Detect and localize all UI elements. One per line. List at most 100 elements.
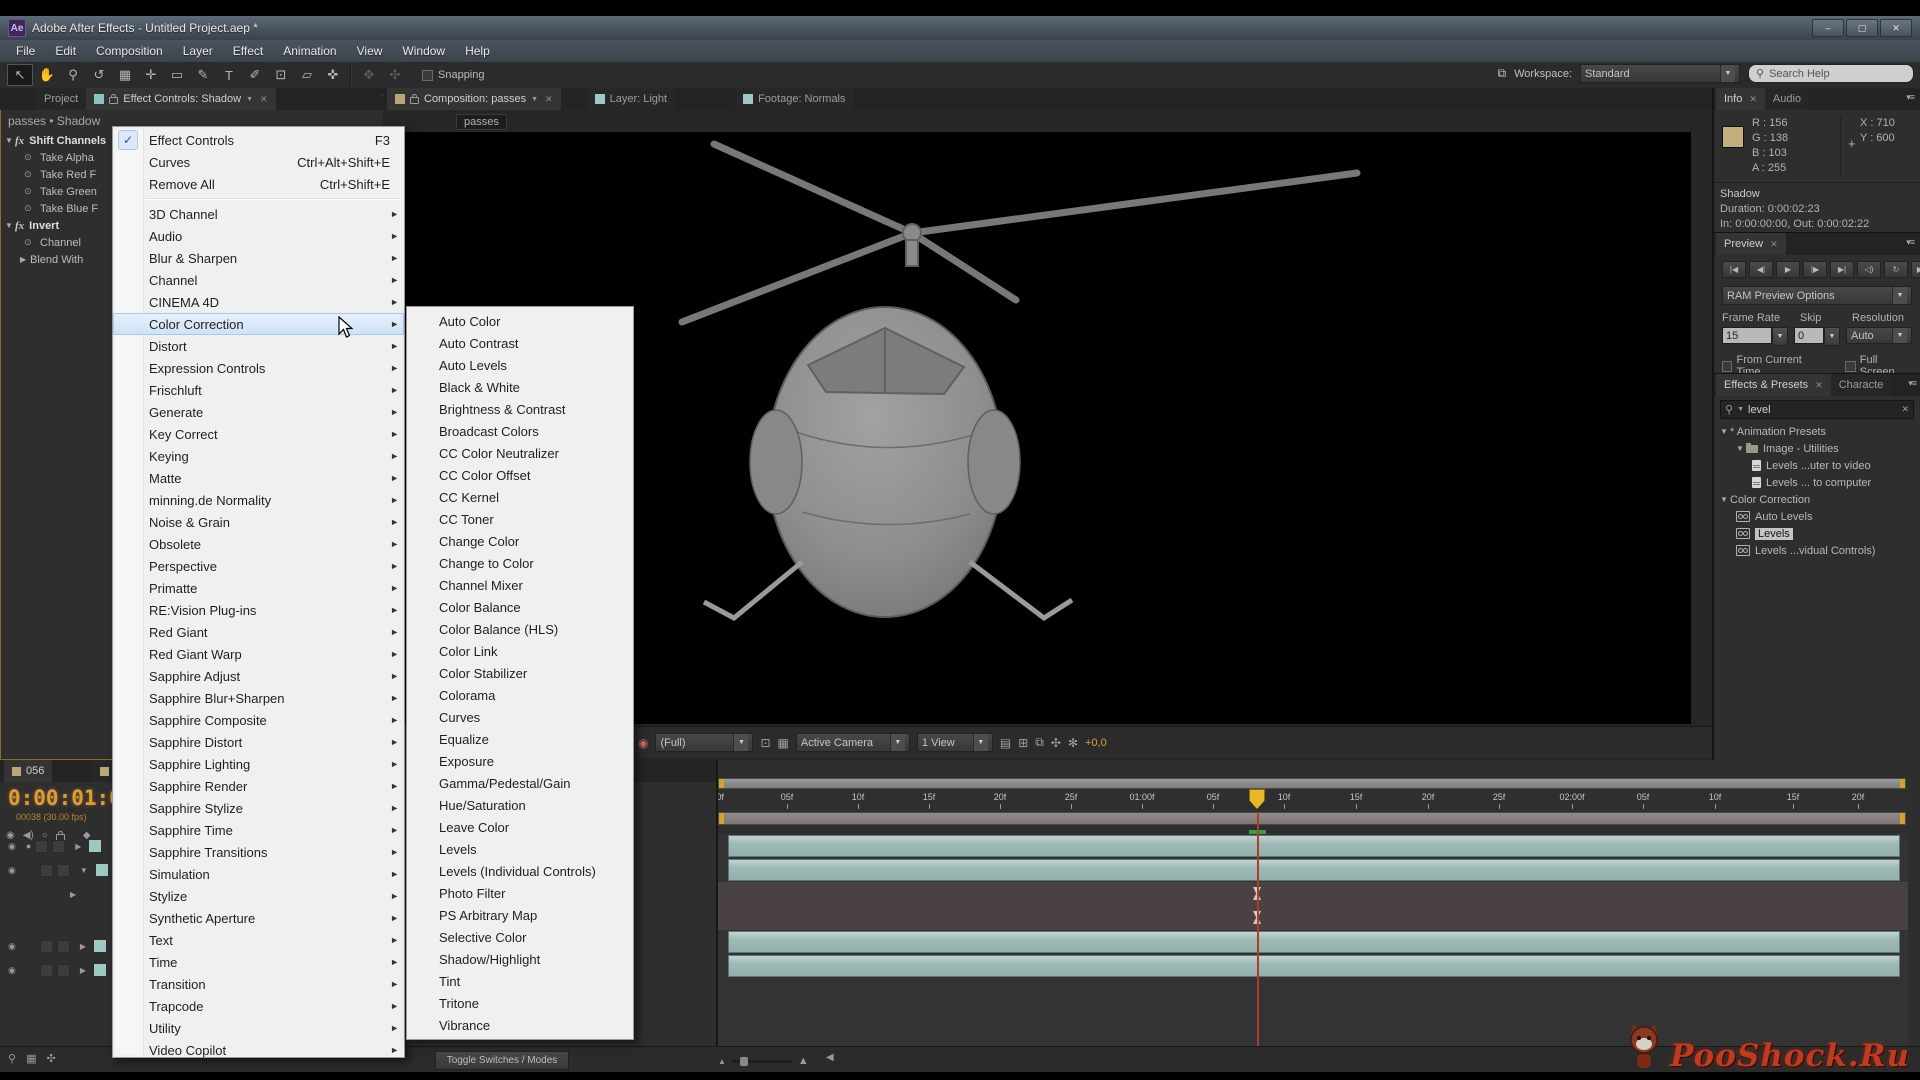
submenu-item-change-to-color[interactable]: Change to Color <box>407 552 633 574</box>
menu-category-distort[interactable]: Distort► <box>113 335 404 357</box>
submenu-item-channel-mixer[interactable]: Channel Mixer <box>407 574 633 596</box>
menu-category-audio[interactable]: Audio► <box>113 225 404 247</box>
exposure-icon[interactable]: ✻ <box>1068 736 1078 750</box>
close-tab-icon[interactable]: ✕ <box>260 94 268 105</box>
chevron-down-icon[interactable]: ▼ <box>246 96 253 103</box>
tab-footage[interactable]: Footage: Normals <box>735 88 853 110</box>
hscroll-left-arrow[interactable]: ◀ <box>826 1052 834 1063</box>
grid-guides-icon[interactable]: ▤ <box>1000 736 1011 750</box>
tab-effects-presets[interactable]: Effects & Presets✕ <box>1716 374 1831 396</box>
adjust-icon[interactable]: ✣ <box>46 1052 55 1065</box>
minimize-button[interactable]: – <box>1812 19 1844 37</box>
menu-category-sapphire-composite[interactable]: Sapphire Composite► <box>113 709 404 731</box>
submenu-item-auto-color[interactable]: Auto Color <box>407 310 633 332</box>
menu-category-perspective[interactable]: Perspective► <box>113 555 404 577</box>
submenu-item-color-link[interactable]: Color Link <box>407 640 633 662</box>
tab-timeline-056[interactable]: 056 <box>4 760 52 782</box>
submenu-item-cc-color-offset[interactable]: CC Color Offset <box>407 464 633 486</box>
menubar-item-help[interactable]: Help <box>455 41 500 61</box>
tree-item-levels-vidual-controls-[interactable]: Levels ...vidual Controls) <box>1714 542 1920 559</box>
layer-bar-row[interactable] <box>718 834 1908 858</box>
snapshot-icon[interactable]: ⧉ <box>1035 735 1044 750</box>
twirl-arrow-icon[interactable]: ▶ <box>75 842 81 851</box>
work-area-bar[interactable] <box>718 812 1906 825</box>
menu-category-utility[interactable]: Utility► <box>113 1017 404 1039</box>
menu-category-cinema-4d[interactable]: CINEMA 4D► <box>113 291 404 313</box>
menu-category-text[interactable]: Text► <box>113 929 404 951</box>
panel-menu-icon[interactable]: ▾≡ <box>1906 92 1914 103</box>
submenu-item-auto-contrast[interactable]: Auto Contrast <box>407 332 633 354</box>
zoom-tool-icon[interactable]: ⚲ <box>61 65 85 85</box>
hand-tool-icon[interactable]: ✋ <box>35 65 59 85</box>
twirl-arrow-icon[interactable]: ▶ <box>70 890 76 899</box>
submenu-item-change-color[interactable]: Change Color <box>407 530 633 552</box>
menubar-item-window[interactable]: Window <box>392 41 455 61</box>
menu-category-sapphire-lighting[interactable]: Sapphire Lighting► <box>113 753 404 775</box>
submenu-item-gamma-pedestal-gain[interactable]: Gamma/Pedestal/Gain <box>407 772 633 794</box>
switch-box[interactable] <box>40 940 53 953</box>
region-of-interest-icon[interactable]: ⊡ <box>760 736 770 750</box>
tab-layer[interactable]: Layer: Light <box>587 88 675 110</box>
property-row[interactable] <box>718 882 1908 906</box>
layer-color-swatch[interactable] <box>89 840 101 852</box>
tree-item-color-correction[interactable]: ▼Color Correction <box>1714 491 1920 508</box>
menu-category-simulation[interactable]: Simulation► <box>113 863 404 885</box>
clone-stamp-tool-icon[interactable]: ⊡ <box>269 65 293 85</box>
menu-category-red-giant-warp[interactable]: Red Giant Warp► <box>113 643 404 665</box>
twirl-arrow-icon[interactable]: ▼ <box>80 866 88 875</box>
mask-feather-icon[interactable]: ✣ <box>383 65 407 85</box>
layer-duration-bar[interactable] <box>728 931 1900 953</box>
menubar-item-composition[interactable]: Composition <box>86 41 173 61</box>
submenu-item-vibrance[interactable]: Vibrance <box>407 1014 633 1036</box>
flowchart-icon[interactable]: ✣ <box>1051 736 1061 750</box>
submenu-item-broadcast-colors[interactable]: Broadcast Colors <box>407 420 633 442</box>
menu-category-obsolete[interactable]: Obsolete► <box>113 533 404 555</box>
menu-category-primatte[interactable]: Primatte► <box>113 577 404 599</box>
submenu-item-photo-filter[interactable]: Photo Filter <box>407 882 633 904</box>
go-to-start-button[interactable]: |◀ <box>1722 261 1746 278</box>
camera-dropdown[interactable]: Active Camera▼ <box>796 733 910 752</box>
puppet-pin-tool-icon[interactable]: ✜ <box>321 65 345 85</box>
timeline-zoom-slider[interactable]: ▲ ▲ <box>718 1055 838 1067</box>
menu-category-expression-controls[interactable]: Expression Controls► <box>113 357 404 379</box>
menubar-item-animation[interactable]: Animation <box>273 41 346 61</box>
submenu-item-shadow-highlight[interactable]: Shadow/Highlight <box>407 948 633 970</box>
submenu-item-hue-saturation[interactable]: Hue/Saturation <box>407 794 633 816</box>
tab-preview[interactable]: Preview✕ <box>1716 233 1786 255</box>
switch-box[interactable] <box>40 864 53 877</box>
tree-item--animation-presets[interactable]: ▼* Animation Presets <box>1714 423 1920 440</box>
toggle-switches-modes-button[interactable]: Toggle Switches / Modes <box>435 1051 569 1070</box>
tab-composition[interactable]: Composition: passes ▼ ✕ <box>387 88 561 110</box>
graph-editor-icon[interactable]: ▦ <box>26 1052 36 1065</box>
property-row[interactable] <box>718 906 1908 930</box>
submenu-item-colorama[interactable]: Colorama <box>407 684 633 706</box>
zoom-out-icon[interactable]: ▲ <box>718 1057 726 1066</box>
workspace-dropdown[interactable]: Standard▼ <box>1580 64 1740 83</box>
exposure-value[interactable]: +0,0 <box>1085 737 1107 749</box>
submenu-item-auto-levels[interactable]: Auto Levels <box>407 354 633 376</box>
tree-item-levels-to-computer[interactable]: Levels ... to computer <box>1714 474 1920 491</box>
menu-item-effect-controls[interactable]: ✓Effect ControlsF3 <box>113 129 404 151</box>
switch-box[interactable] <box>35 840 48 853</box>
menu-category-key-correct[interactable]: Key Correct► <box>113 423 404 445</box>
layer-bar-row[interactable] <box>718 954 1908 978</box>
menubar-item-layer[interactable]: Layer <box>173 41 223 61</box>
submenu-item-tritone[interactable]: Tritone <box>407 992 633 1014</box>
menu-category-re-vision-plug-ins[interactable]: RE:Vision Plug-ins► <box>113 599 404 621</box>
tab-info[interactable]: Info✕ <box>1716 88 1765 110</box>
menu-category-transition[interactable]: Transition► <box>113 973 404 995</box>
zoom-knob[interactable] <box>740 1057 748 1066</box>
menu-category-matte[interactable]: Matte► <box>113 467 404 489</box>
submenu-item-tint[interactable]: Tint <box>407 970 633 992</box>
work-area-end-handle[interactable] <box>1900 813 1905 824</box>
menu-category-blur-sharpen[interactable]: Blur & Sharpen► <box>113 247 404 269</box>
frame-rate-dropdown[interactable]: 15 ▼ <box>1722 327 1788 346</box>
loop-button[interactable]: ↻ <box>1884 261 1908 278</box>
rotate-tool-icon[interactable]: ↺ <box>87 65 111 85</box>
close-button[interactable]: ✕ <box>1880 19 1912 37</box>
menu-category-sapphire-render[interactable]: Sapphire Render► <box>113 775 404 797</box>
submenu-item-levels[interactable]: Levels <box>407 838 633 860</box>
time-navigator-bar[interactable] <box>718 778 1906 789</box>
submenu-item-curves[interactable]: Curves <box>407 706 633 728</box>
shape-tool-icon[interactable]: ▭ <box>165 65 189 85</box>
